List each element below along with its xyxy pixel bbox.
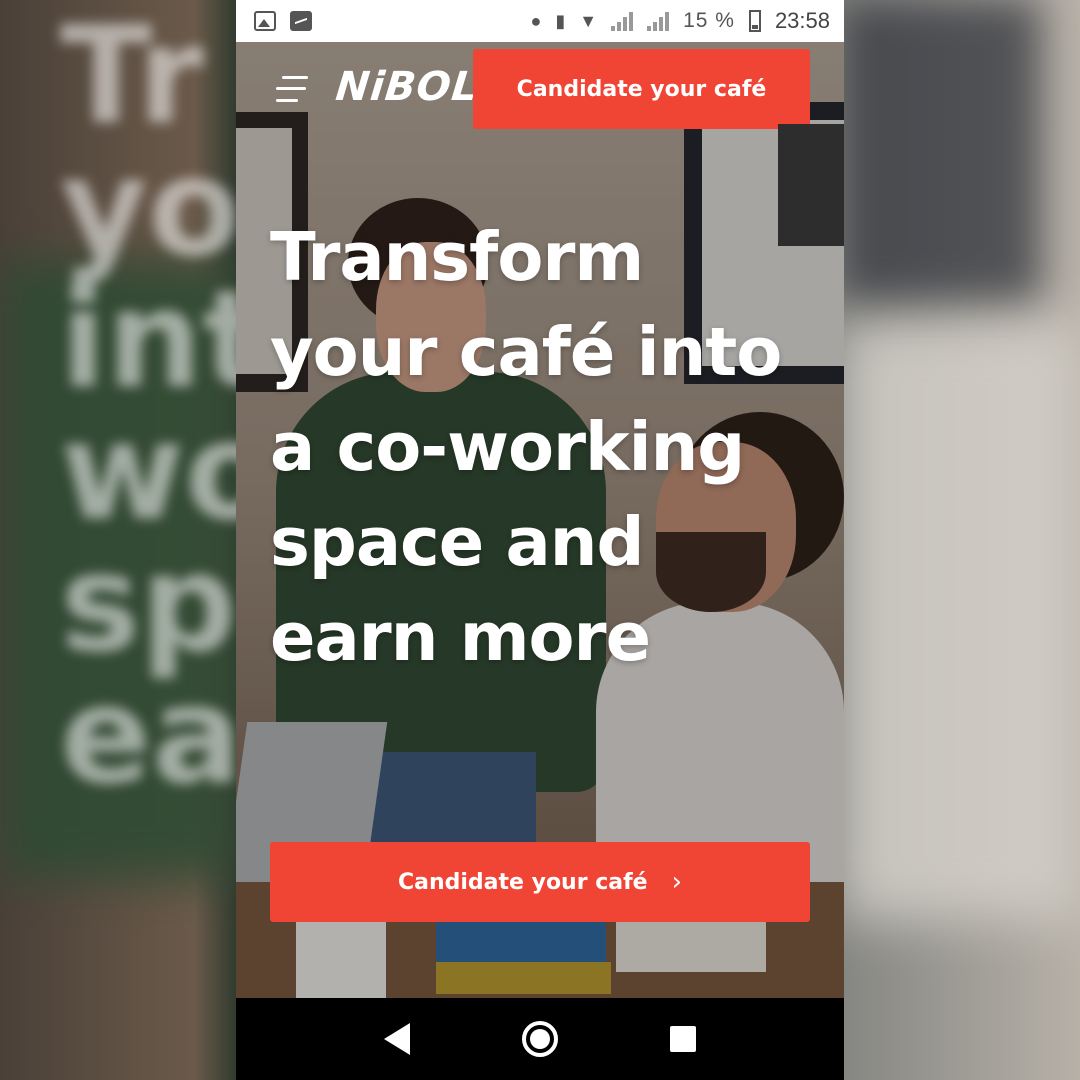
home-icon[interactable] [522,1021,558,1057]
candidate-cafe-main-button[interactable]: Candidate your café › [270,842,810,922]
signal-icon [647,11,670,31]
wifi-icon: ▼ [579,10,598,31]
activity-icon [290,11,312,31]
hero-section: NiBOL Candidate your café Transform your… [236,42,844,998]
blurred-headline-ghost: Tr yo int wo sp ea [60,0,278,814]
battery-charging-icon [748,10,761,32]
navigation-bar [236,998,844,1080]
status-bar: ● ▮ ▼ 15 % 23:58 [236,0,844,42]
image-icon [254,11,276,31]
recents-icon[interactable] [670,1026,696,1052]
phone-screen: ● ▮ ▼ 15 % 23:58 NiBOL Candidate your ca… [236,0,844,1080]
hero-headline: Transform your café into a co-working sp… [270,218,782,676]
vibrate-icon: ▮ [555,10,566,31]
hamburger-icon[interactable] [276,72,310,106]
chevron-right-icon: › [671,867,683,897]
battery-percent: 15 % [683,9,735,32]
nibol-logo[interactable]: NiBOL [334,64,481,110]
location-icon: ● [530,10,542,31]
signal-x-icon [611,11,634,31]
clock: 23:58 [774,8,830,33]
back-icon[interactable] [384,1023,410,1055]
candidate-cafe-header-button[interactable]: Candidate your café [473,49,810,129]
main-cta-label: Candidate your café [397,869,648,895]
